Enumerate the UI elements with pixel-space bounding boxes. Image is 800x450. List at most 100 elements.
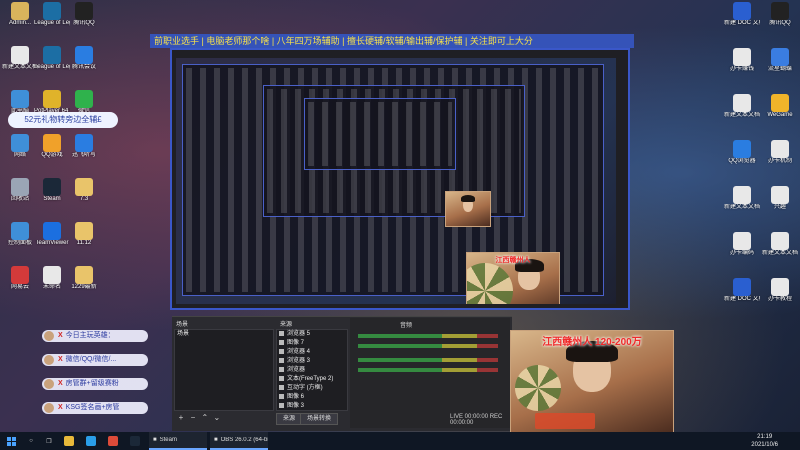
source-item[interactable]: 图像 6 [277, 393, 347, 402]
steam-icon: ■ [153, 437, 157, 443]
desktop-shortcut[interactable]: League of Legends [34, 2, 70, 27]
scenes-panel[interactable]: 场景 [174, 329, 274, 411]
desktop-shortcut[interactable]: 腾讯QQ [762, 2, 798, 27]
source-type-icon [279, 366, 284, 372]
pinned-app-button[interactable] [58, 432, 80, 450]
sources-panel[interactable]: 浏览器 5 图像 7 浏览器 4 浏览器 3 浏览器文本(FreeType 2) 互动字 … [276, 329, 348, 411]
source-item[interactable]: 图像 3 [277, 402, 347, 411]
move-up-icon[interactable]: ⌃ [200, 413, 210, 423]
windows-taskbar: ○ ❐ ■ Steam ■ OBS 26.0.2 (64-bit) [0, 432, 800, 450]
desktop-shortcut[interactable]: 控制面板 [2, 222, 38, 247]
desktop-shortcut[interactable]: 办卡赚钱 [724, 48, 760, 73]
tab-scene-transitions[interactable]: 场景转换 [300, 413, 339, 425]
tab-sources[interactable]: 来源 [276, 413, 303, 425]
desktop-shortcut[interactable]: 腾讯会议 [66, 46, 102, 71]
windows-logo-icon [6, 436, 16, 446]
recycle-bin-icon [11, 178, 29, 196]
desktop-shortcut[interactable]: 办卡教程 [762, 278, 798, 303]
desktop-shortcut[interactable]: 11.12 [66, 222, 102, 247]
source-item[interactable]: 浏览器 4 [277, 348, 347, 357]
source-item[interactable]: 浏览器 3 [277, 357, 347, 366]
desktop-shortcut[interactable]: 新建 DOC 文档 [724, 2, 760, 27]
desktop-shortcut[interactable]: 新建 DOC 文档 [724, 278, 760, 303]
source-label: 图像 3 [287, 403, 305, 409]
audio-title: 音频 [400, 323, 413, 329]
desktop-shortcut[interactable]: 新建文本文档 [724, 186, 760, 211]
pinned-app-button[interactable] [102, 432, 124, 450]
desktop-shortcut[interactable]: TeamViewer [34, 222, 70, 247]
webcam-large-overlay: 江西赣州人 120-200万 [510, 330, 674, 434]
taskbar-window-label: Steam [159, 437, 177, 443]
desktop-shortcut[interactable]: 7.3 [66, 178, 102, 203]
audio-meter [358, 368, 498, 372]
taskbar-window-label: OBS 26.0.2 (64-bit) [220, 437, 268, 443]
desktop-shortcut-label: 新建文本文档 [724, 112, 760, 118]
qqgame-icon [43, 134, 61, 152]
add-scene-button[interactable]: + [176, 413, 186, 423]
desktop-shortcut[interactable]: 腾讯QQ [66, 2, 102, 27]
move-down-icon[interactable]: ⌄ [212, 413, 222, 423]
desktop-shortcut[interactable]: 回收站 [2, 178, 38, 203]
desktop-shortcut-label: 网络 [13, 152, 26, 158]
source-label: 浏览器 [287, 367, 306, 373]
desktop-shortcut[interactable]: 网易云 [2, 266, 38, 291]
desktop-shortcut[interactable]: 新建文本文档 [762, 232, 798, 257]
desktop-shortcut[interactable]: League of Legends [34, 46, 70, 71]
desktop-shortcut[interactable]: 新建文本文档 [724, 94, 760, 119]
source-item[interactable]: 浏览器 [277, 366, 347, 375]
teamviewer-icon [43, 222, 61, 240]
source-item[interactable]: 互动字 (方框) [277, 384, 347, 393]
chat-message: X 微信/QQ/微信/... [42, 354, 148, 366]
qq-icon [75, 2, 93, 20]
remove-scene-button[interactable]: − [188, 413, 198, 423]
taskbar-clock[interactable]: 21:19 2021/10/6 [751, 433, 778, 449]
source-item[interactable]: 浏览器 5 [277, 330, 347, 339]
avatar [44, 403, 54, 413]
obs-icon: ■ [214, 437, 218, 443]
desktop-shortcut[interactable]: QQ游戏 [34, 134, 70, 159]
chat-text: 微信/QQ/微信/... [65, 356, 117, 363]
desktop-shortcut[interactable]: Admin... [2, 2, 38, 27]
computer-icon [11, 90, 29, 108]
desktop-shortcut[interactable]: 兴趣 [762, 186, 798, 211]
file-icon [771, 278, 789, 296]
desktop-shortcut[interactable]: 办卡机制 [762, 140, 798, 165]
avatar [44, 355, 54, 365]
recursive-preview-innermost [304, 98, 456, 170]
desktop-shortcut[interactable]: 新建文本文档 [2, 46, 38, 71]
desktop-shortcut-label: 11.12 [76, 240, 92, 246]
desktop-shortcut[interactable]: WeGame [762, 94, 798, 119]
text-file-icon [733, 186, 751, 204]
pinned-app-button[interactable] [124, 432, 146, 450]
desktop-shortcut[interactable]: 流星蝴蝶 [762, 48, 798, 73]
search-button[interactable]: ○ [22, 432, 40, 450]
desktop-shortcut[interactable]: 网络 [2, 134, 38, 159]
task-view-button[interactable]: ❐ [40, 432, 58, 450]
desktop-shortcut[interactable]: 未命名 [34, 266, 70, 291]
pinned-app-button[interactable] [80, 432, 102, 450]
chat-message: X 房管群+留级赛粉 [42, 378, 148, 390]
start-button[interactable] [0, 432, 22, 450]
desktop-shortcut[interactable]: QQ浏览器 [724, 140, 760, 165]
source-item[interactable]: 图像 7 [277, 339, 347, 348]
taskbar-window-button[interactable]: ■ Steam [149, 432, 207, 450]
edge-icon [86, 436, 96, 446]
qq-icon [771, 2, 789, 20]
webcam-small-label: 江西赣州人 [495, 257, 531, 264]
scene-item[interactable]: 场景 [175, 330, 273, 339]
source-label: 浏览器 4 [287, 349, 311, 355]
file-explorer-icon [64, 436, 74, 446]
source-item[interactable]: 文本(FreeType 2) [277, 375, 347, 384]
desktop-shortcut[interactable]: Steam [34, 178, 70, 203]
file-icon [43, 266, 61, 284]
desktop-shortcut-label: 迅飞听写 [71, 152, 96, 158]
browser-icon [733, 140, 751, 158]
desktop-shortcut[interactable]: 办卡编码 [724, 232, 760, 257]
desktop-shortcut[interactable]: 1229最新 [66, 266, 102, 291]
taskbar-window-button[interactable]: ■ OBS 26.0.2 (64-bit) [210, 432, 268, 450]
desktop-shortcut[interactable]: 迅飞听写 [66, 134, 102, 159]
audio-meter [358, 358, 498, 362]
desktop-shortcut-label: 办卡赚钱 [729, 66, 754, 72]
audio-mixer[interactable]: 音频 LIVE 00:00:00 REC 00:00:00 [350, 318, 510, 428]
obs-preview-window[interactable]: 江西赣州人 [170, 48, 630, 310]
